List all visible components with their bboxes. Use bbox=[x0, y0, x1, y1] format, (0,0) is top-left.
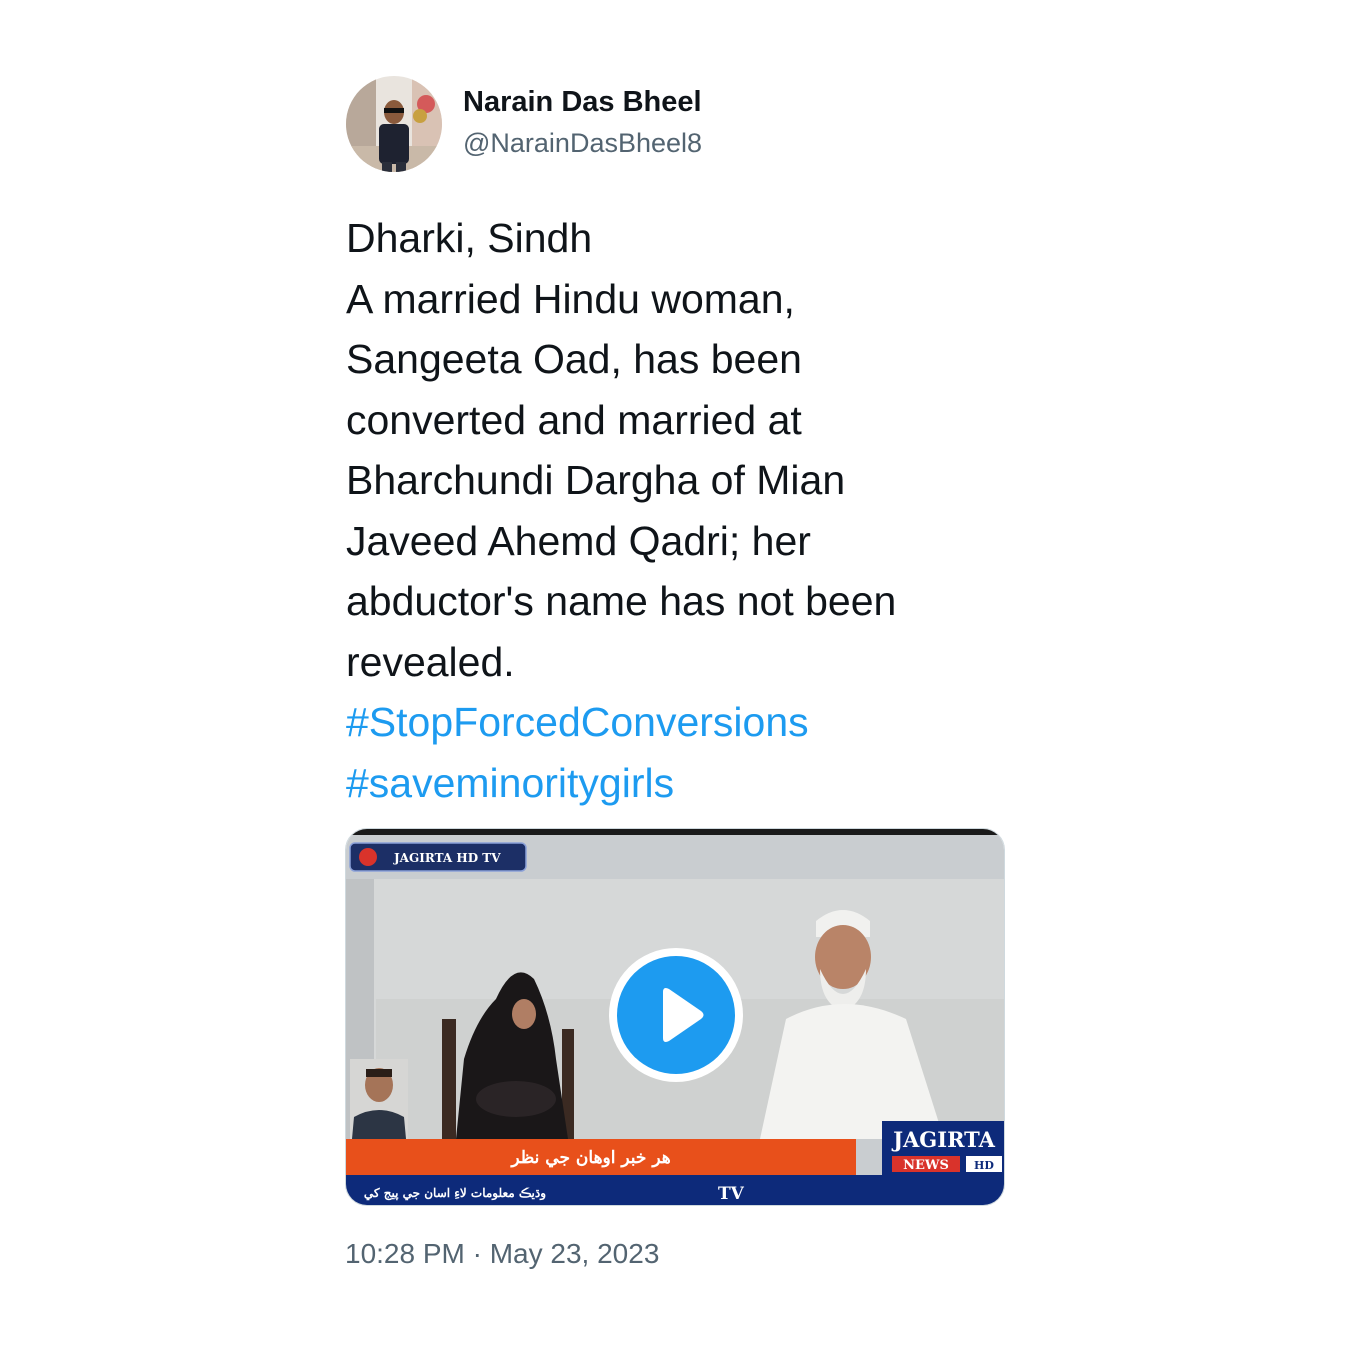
tweet-line: revealed. bbox=[346, 638, 515, 685]
tweet-line: Javeed Ahemd Qadri; her bbox=[346, 517, 811, 564]
brand-sub: NEWS bbox=[903, 1158, 949, 1173]
hashtag-link[interactable]: #StopForcedConversions bbox=[346, 692, 1026, 753]
tweet-line: converted and married at bbox=[346, 396, 802, 443]
tweet-line: A married Hindu woman, bbox=[346, 275, 795, 322]
author-display-name[interactable]: Narain Das Bheel bbox=[463, 86, 702, 119]
avatar[interactable] bbox=[346, 76, 442, 172]
channel-tag: JAGIRTA HD TV bbox=[393, 851, 501, 865]
tweet-line: abductor's name has not been bbox=[346, 578, 897, 624]
play-icon bbox=[663, 988, 704, 1042]
hashtag-link[interactable]: #saveminoritygirls bbox=[346, 753, 1026, 814]
ticker-tv: TV bbox=[718, 1184, 745, 1204]
brand-hd: HD bbox=[974, 1159, 994, 1172]
tweet-line: Bharchundi Dargha of Mian bbox=[346, 457, 846, 503]
tweet-timestamp[interactable]: 10:28 PM · May 23, 2023 bbox=[345, 1238, 659, 1270]
video-player[interactable]: JAGIRTA HD TV هر خبر اوهان جي نظر JAGIRT… bbox=[345, 828, 1005, 1206]
author-handle[interactable]: @NarainDasBheel8 bbox=[463, 128, 702, 159]
play-button[interactable] bbox=[609, 948, 743, 1082]
ticker-bottom: وڌيڪ معلومات لاءِ اسان جي پيج کي bbox=[364, 1186, 546, 1201]
tweet-line: Sangeeta Oad, has been bbox=[346, 336, 802, 382]
tweet-line: Dharki, Sindh bbox=[346, 215, 593, 261]
ticker-headline: هر خبر اوهان جي نظر bbox=[509, 1148, 670, 1168]
tweet-text: Dharki, Sindh A married Hindu woman, San… bbox=[346, 208, 1026, 813]
brand-name: JAGIRTA bbox=[891, 1127, 996, 1152]
play-circle[interactable] bbox=[617, 956, 735, 1074]
